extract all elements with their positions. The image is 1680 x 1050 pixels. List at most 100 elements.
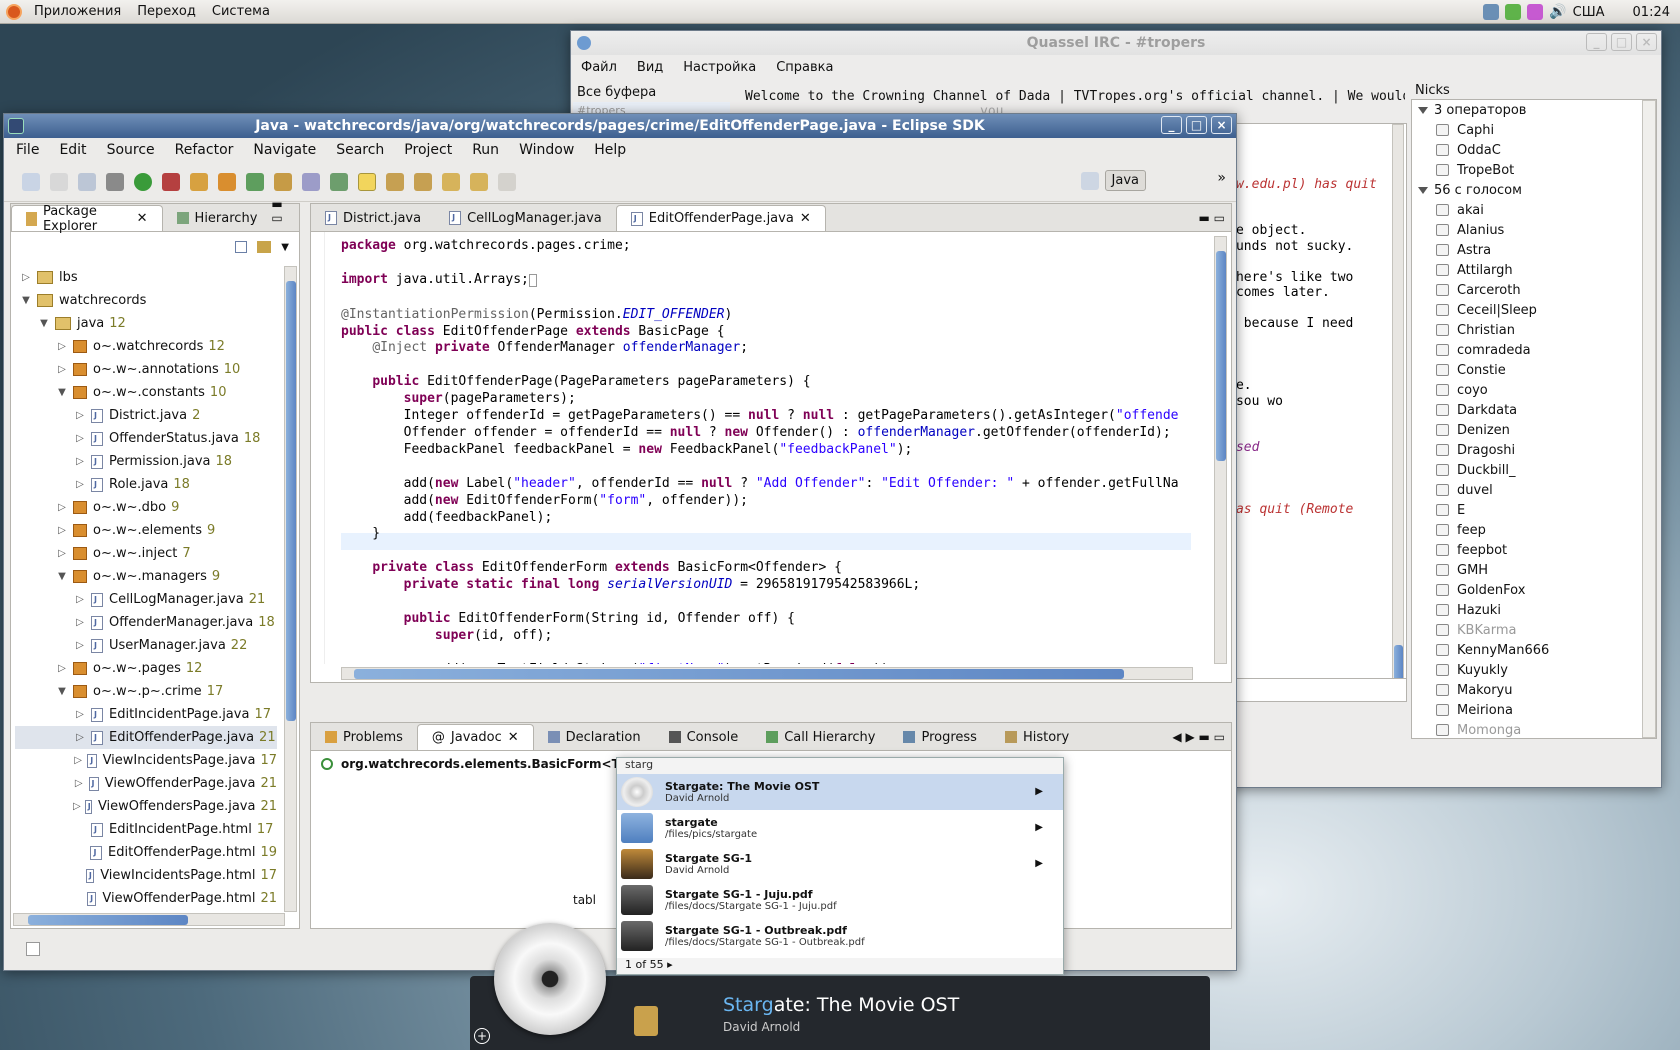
tree-item[interactable]: ▷ EditIncidentPage.java 17 <box>15 703 277 726</box>
minimize-button[interactable]: _ <box>1586 33 1607 51</box>
result-item[interactable]: Stargate SG-1 - Juju.pdf/files/docs/Star… <box>617 882 1063 918</box>
app-indicator-icon[interactable] <box>1527 4 1544 20</box>
tab-console[interactable]: Console <box>655 724 753 750</box>
fast-view-icon[interactable] <box>26 942 40 956</box>
submenu-arrow-icon[interactable]: ▶ <box>1035 822 1043 833</box>
nick-group-ops[interactable]: 3 операторов <box>1412 100 1656 120</box>
expand-icon[interactable] <box>1418 106 1428 114</box>
quassel-titlebar[interactable]: Quassel IRC - #tropers _ □ × <box>571 31 1661 55</box>
menu-view[interactable]: Вид <box>627 60 673 75</box>
tree-item[interactable]: ▷ UserManager.java 22 <box>15 634 277 657</box>
nick-item[interactable]: TropeBot <box>1412 160 1656 180</box>
collapsed-icon[interactable]: ▷ <box>73 709 87 720</box>
close-icon[interactable]: ✕ <box>508 730 519 745</box>
collapsed-icon[interactable]: ▷ <box>55 364 69 375</box>
source-code[interactable]: package org.watchrecords.pages.crime; im… <box>341 238 1179 664</box>
tab-problems[interactable]: Problems <box>311 724 417 750</box>
menu-file[interactable]: Файл <box>571 60 627 75</box>
nick-item[interactable]: Astra <box>1412 240 1656 260</box>
collapsed-icon[interactable]: ▷ <box>73 410 87 421</box>
highlight-icon[interactable] <box>358 172 376 191</box>
nick-item[interactable]: OddaC <box>1412 140 1656 160</box>
maximize-button[interactable]: □ <box>1186 116 1207 134</box>
tree-item[interactable]: ▼ o~.w~.managers 9 <box>15 565 277 588</box>
collapsed-icon[interactable]: ▷ <box>73 433 87 444</box>
prev-annotation-icon[interactable] <box>414 172 432 191</box>
menu-applications[interactable]: Приложения <box>26 4 129 19</box>
open-perspective-icon[interactable] <box>1080 171 1099 190</box>
editor-tab-editoffenderpage[interactable]: EditOffenderPage.java ✕ <box>615 205 826 231</box>
clock[interactable]: 01:24 <box>1633 5 1670 20</box>
menu-run[interactable]: Run <box>462 142 509 158</box>
submenu-arrow-icon[interactable]: ▶ <box>1035 786 1043 797</box>
nick-item[interactable]: GMH <box>1412 560 1656 580</box>
tree-item[interactable]: ▼ watchrecords <box>15 289 277 312</box>
new-class-icon[interactable] <box>218 172 236 191</box>
collapsed-icon[interactable]: ▷ <box>73 640 87 651</box>
tree-item[interactable]: ▷ District.java 2 <box>15 404 277 427</box>
close-button[interactable]: × <box>1211 116 1232 134</box>
forward-icon[interactable] <box>498 172 516 191</box>
nick-group-voiced[interactable]: 56 с голосом <box>1412 180 1656 200</box>
collapsed-icon[interactable]: ▷ <box>55 548 69 559</box>
menu-project[interactable]: Project <box>394 142 462 158</box>
more-chevron-icon[interactable]: » <box>1217 170 1226 186</box>
collapsed-icon[interactable]: ▷ <box>55 341 69 352</box>
tree-item[interactable]: EditIncidentPage.html 17 <box>15 818 277 841</box>
close-button[interactable]: × <box>1636 33 1657 51</box>
collapsed-icon[interactable]: ▷ <box>55 502 69 513</box>
minimize-view-button[interactable]: ▬ ▭ <box>271 197 299 231</box>
nick-item[interactable]: E <box>1412 500 1656 520</box>
menu-help[interactable]: Справка <box>766 60 843 75</box>
tree-item[interactable]: ▷ o~.watchrecords 12 <box>15 335 277 358</box>
collapsed-icon[interactable]: ▷ <box>19 272 33 283</box>
nick-item[interactable]: KBKarma <box>1412 620 1656 640</box>
bottom-view-controls[interactable]: ◀ ▶ ▬ ▭ <box>1172 730 1231 750</box>
print-icon[interactable] <box>78 172 96 191</box>
debug-icon[interactable] <box>106 172 124 191</box>
nick-item[interactable]: Hazuki <box>1412 600 1656 620</box>
external-tools-icon[interactable] <box>162 172 180 191</box>
tree-item[interactable]: ▷ o~.w~.annotations 10 <box>15 358 277 381</box>
nick-item[interactable]: Alanius <box>1412 220 1656 240</box>
tab-hierarchy[interactable]: Hierarchy <box>163 205 272 231</box>
nick-item[interactable]: Caphi <box>1412 120 1656 140</box>
expanded-icon[interactable]: ▼ <box>55 571 69 582</box>
next-annotation-icon[interactable] <box>386 172 404 191</box>
volume-icon[interactable]: 🔊 <box>1549 4 1566 20</box>
menu-navigate[interactable]: Navigate <box>243 142 326 158</box>
nick-item[interactable]: Carceroth <box>1412 280 1656 300</box>
collapsed-icon[interactable]: ▷ <box>73 479 87 490</box>
result-item[interactable]: stargate/files/pics/stargate ▶ <box>617 810 1063 846</box>
tree-item[interactable]: ▼ o~.w~.constants 10 <box>15 381 277 404</box>
tree-item[interactable]: ▼ o~.w~.p~.crime 17 <box>15 680 277 703</box>
nick-item[interactable]: Denizen <box>1412 420 1656 440</box>
tree-item[interactable]: EditOffenderPage.html 19 <box>15 841 277 864</box>
menu-help[interactable]: Help <box>584 142 636 158</box>
tree-item[interactable]: ViewIncidentsPage.html 17 <box>15 864 277 887</box>
nick-item[interactable]: Meiriona <box>1412 700 1656 720</box>
tree-item[interactable]: ▷ OffenderStatus.java 18 <box>15 427 277 450</box>
collapsed-icon[interactable]: ▷ <box>55 663 69 674</box>
open-type-icon[interactable] <box>274 172 292 191</box>
tree-item[interactable]: ▷ OffenderManager.java 18 <box>15 611 277 634</box>
nick-item[interactable]: GoldenFox <box>1412 580 1656 600</box>
collapsed-icon[interactable]: ▷ <box>73 778 85 789</box>
maximize-button[interactable]: □ <box>1611 33 1632 51</box>
tree-vscroll-thumb[interactable] <box>286 281 296 721</box>
tree-item[interactable]: ▼ java 12 <box>15 312 277 335</box>
nick-item[interactable]: feepbot <box>1412 540 1656 560</box>
expand-icon[interactable] <box>1418 186 1428 194</box>
tree-item[interactable]: ▷ o~.w~.pages 12 <box>15 657 277 680</box>
menu-refactor[interactable]: Refactor <box>165 142 244 158</box>
tab-declaration[interactable]: Declaration <box>534 724 655 750</box>
collapsed-icon[interactable]: ▷ <box>55 525 69 536</box>
java-perspective-button[interactable]: Java <box>1104 170 1146 191</box>
maximize-editor-button[interactable]: ▬ ▭ <box>1199 211 1232 231</box>
menu-system[interactable]: Система <box>204 4 278 19</box>
link-editor-icon[interactable] <box>257 241 272 253</box>
nick-item[interactable]: Kuyukly <box>1412 660 1656 680</box>
expanded-icon[interactable]: ▼ <box>19 295 33 306</box>
menu-file[interactable]: File <box>6 142 49 158</box>
nick-item[interactable]: feep <box>1412 520 1656 540</box>
